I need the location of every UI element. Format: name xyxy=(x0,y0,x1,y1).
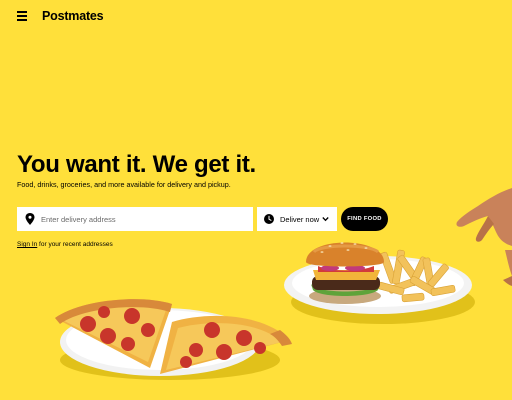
clock-icon xyxy=(264,214,274,224)
hero-subtitle: Food, drinks, groceries, and more availa… xyxy=(17,180,231,189)
location-pin-icon xyxy=(25,213,35,225)
landing-page: Postmates You want it. We get it. Food, … xyxy=(0,0,512,400)
hand-illustration xyxy=(456,188,512,286)
signin-suffix-text: for your recent addresses xyxy=(37,241,113,248)
food-illustration xyxy=(55,188,512,380)
delivery-time-select[interactable]: Deliver now xyxy=(257,207,337,231)
delivery-address-input[interactable] xyxy=(41,211,246,227)
delivery-time-value: Deliver now xyxy=(280,215,320,224)
burger-plate-illustration xyxy=(284,242,475,324)
signin-prompt: Sign In for your recent addresses xyxy=(17,241,113,248)
pizza-plate-illustration xyxy=(55,299,292,380)
chevron-down-icon xyxy=(322,217,329,222)
delivery-address-field[interactable] xyxy=(17,207,253,231)
sign-in-link[interactable]: Sign In xyxy=(17,241,37,248)
find-food-button[interactable]: FIND FOOD xyxy=(341,207,388,231)
hero-title: You want it. We get it. xyxy=(17,151,256,178)
